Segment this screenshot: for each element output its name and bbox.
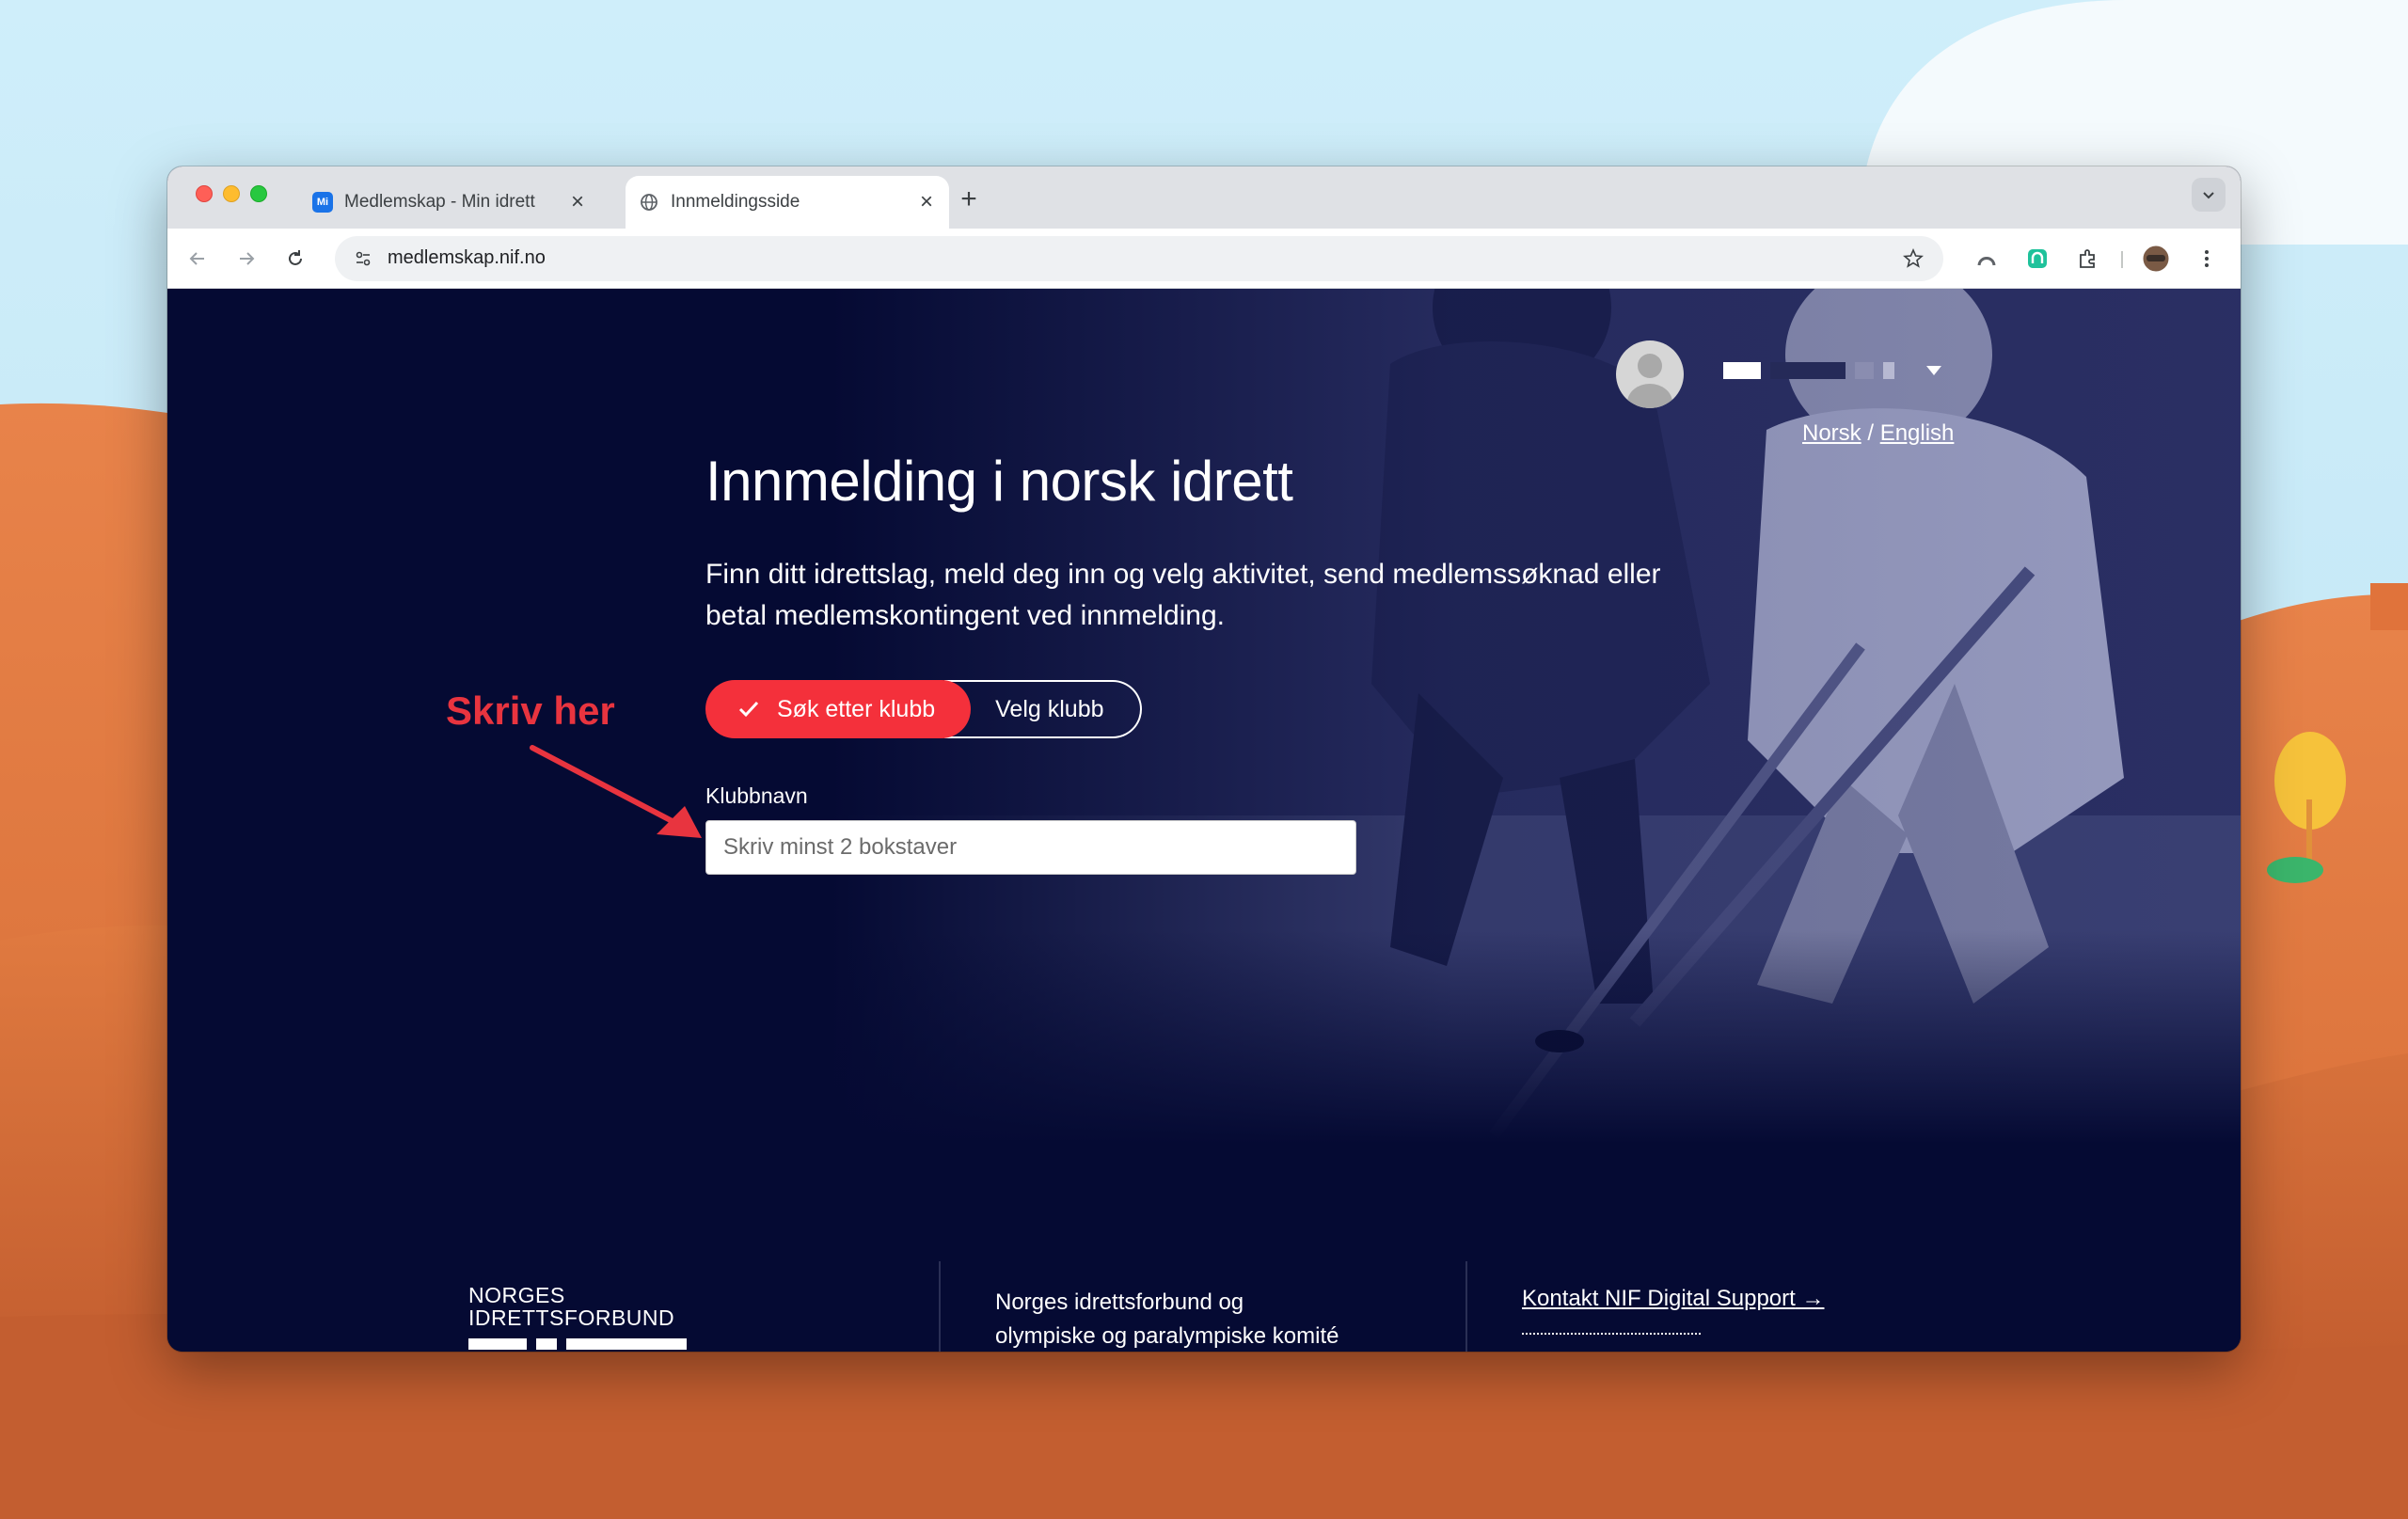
user-avatar[interactable] [1616,340,1684,408]
toolbar-divider [2121,251,2123,268]
close-tab-icon[interactable]: × [913,189,940,215]
tab-innmeldingsside[interactable]: Innmeldingsside × [626,176,949,229]
arrow-left-icon [189,252,204,265]
forward-button[interactable] [230,242,263,276]
choose-club-label: Velg klubb [995,695,1104,722]
extensions-puzzle-icon[interactable] [2071,242,2105,276]
tab-medlemskap[interactable]: Mi Medlemskap - Min idrett × [299,176,600,229]
footer-org-line-1: Norges idrettsforbund og [995,1290,1244,1315]
support-link-label: Kontakt NIF Digital Support [1522,1286,1796,1311]
page-content: Norsk / English Innmelding i norsk idret… [167,289,2241,1352]
tab-title: Medlemskap - Min idrett [344,192,535,212]
annotation-arrow-icon [530,745,702,838]
logo-bars [468,1338,687,1350]
new-tab-button[interactable]: + [956,185,982,214]
globe-icon [639,192,659,213]
logo-line-1: NORGES [468,1283,565,1307]
checkmark-icon [738,701,759,718]
footer-link-cutoff[interactable] [1522,1333,1701,1340]
club-name-input[interactable] [705,820,1356,875]
language-switcher: Norsk / English [1802,420,1954,447]
reload-button[interactable] [278,242,312,276]
search-club-button[interactable]: Søk etter klubb [705,680,972,738]
browser-menu-icon[interactable] [2190,242,2224,276]
footer-divider [1465,1261,1467,1352]
page-lead-text: Finn ditt idrettslag, meld deg inn og ve… [705,559,1661,631]
url-text[interactable]: medlemskap.nif.no [388,247,546,269]
user-name-redacted[interactable] [1723,362,1894,379]
extension-green-icon[interactable] [2020,242,2054,276]
address-bar[interactable]: medlemskap.nif.no [335,236,1943,281]
footer-divider [939,1261,941,1352]
lang-separator: / [1867,420,1875,446]
nif-logo[interactable]: NORGES IDRETTSFORBUND [468,1284,687,1350]
profile-avatar-icon[interactable] [2139,242,2173,276]
search-club-label: Søk etter klubb [777,695,936,722]
reload-icon [289,250,302,265]
footer-org-line-2: olympiske og paralympiske komité [995,1323,1339,1349]
lang-norsk-link[interactable]: Norsk [1802,420,1861,446]
user-menu-caret-icon[interactable] [1926,366,1941,375]
zoom-window-button[interactable] [250,185,267,202]
search-mode-toggle: Søk etter klubb Velg klubb [705,680,1142,738]
logo-line-2: IDRETTSFORBUND [468,1305,675,1330]
footer-organization: Norges idrettsforbund og olympiske og pa… [995,1286,1339,1352]
back-button[interactable] [181,242,214,276]
arrow-right-icon [240,252,255,265]
tab-search-button[interactable] [2192,178,2226,212]
page-title: Innmelding i norsk idrett [705,450,1293,513]
bookmark-star-icon[interactable] [1898,244,1928,274]
close-window-button[interactable] [196,185,213,202]
tab-strip: Mi Medlemskap - Min idrett × Innmeldings… [167,166,2241,229]
mi-app-icon: Mi [312,192,333,213]
arrow-right-icon: → [1801,1286,1825,1311]
support-link[interactable]: Kontakt NIF Digital Support → [1522,1286,1824,1312]
chevron-down-icon [2203,192,2214,199]
tab-title: Innmeldingsside [671,192,800,212]
browser-window: Mi Medlemskap - Min idrett × Innmeldings… [167,166,2241,1352]
browser-toolbar: medlemskap.nif.no [167,229,2241,289]
club-name-label: Klubbnavn [705,783,808,808]
choose-club-button[interactable]: Velg klubb [944,680,1142,738]
lang-english-link[interactable]: English [1880,420,1955,446]
annotation-label: Skriv her [446,688,615,733]
minimize-window-button[interactable] [223,185,240,202]
close-tab-icon[interactable]: × [564,189,591,215]
extension-arc-icon[interactable] [1970,242,2004,276]
site-settings-icon[interactable] [346,242,380,276]
